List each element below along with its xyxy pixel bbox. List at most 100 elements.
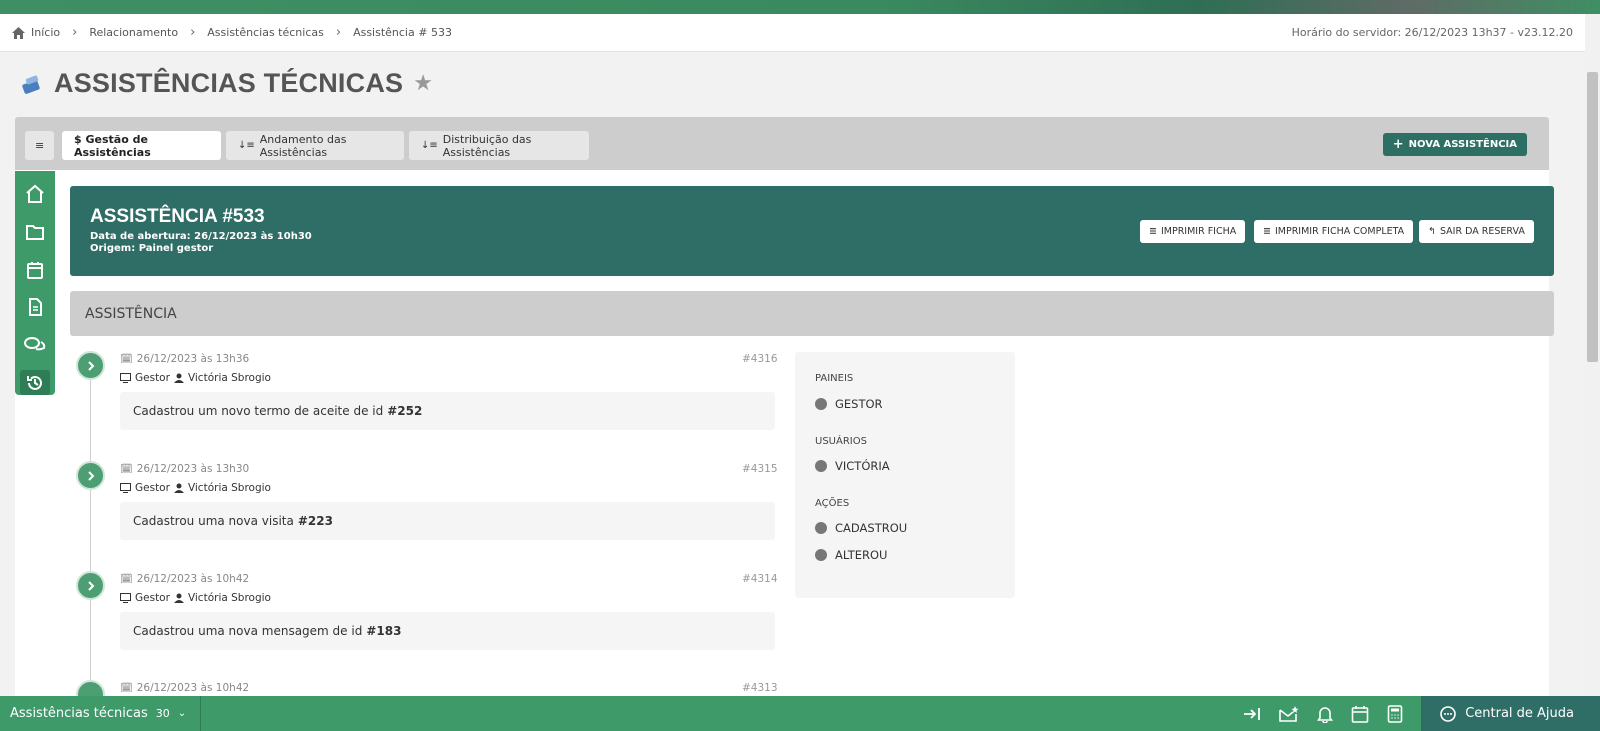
side-rail (15, 171, 55, 396)
filter-label: GESTOR (835, 397, 883, 411)
bell-icon[interactable] (1317, 705, 1334, 723)
calendar-check-icon: 🗓 (120, 573, 133, 585)
timeline-date: 🗓 26/12/2023 às 13h36 (120, 353, 249, 365)
tab-label: Andamento das Assistências (259, 132, 347, 159)
radio-dot (815, 460, 827, 472)
leave-reservation-button[interactable]: ↰ SAIR DA RESERVA (1419, 220, 1534, 243)
assistance-title: ASSISTÊNCIA #533 (90, 206, 265, 227)
filter-label: ALTEROU (835, 548, 888, 562)
calculator-icon[interactable] (1387, 704, 1403, 723)
server-time: Horário do servidor: 26/12/2023 13h37 - … (1291, 26, 1573, 39)
history-icon (27, 375, 42, 390)
calendar-check-icon: 🗓 (120, 463, 133, 475)
message-text: Cadastrou uma nova mensagem de id (133, 624, 363, 638)
filter-panel-gestor[interactable]: GESTOR (815, 397, 883, 411)
timeline-id: #4314 (742, 573, 778, 585)
page-title-row: ASSISTÊNCIAS TÉCNICAS ★ (20, 68, 433, 99)
panel-name: Gestor (135, 482, 170, 494)
date-text: 26/12/2023 às 13h30 (136, 463, 250, 475)
sort-icon: ↓≡ (238, 140, 255, 151)
menu-button[interactable]: ≡ (25, 131, 55, 160)
breadcrumb-item[interactable]: Relacionamento (89, 26, 178, 39)
panel-name: Gestor (135, 372, 170, 384)
breadcrumb-item-current: Assistência # 533 (353, 26, 452, 39)
timeline-author: Gestor Victória Sbrogio (120, 592, 271, 604)
filter-action-cadastrou[interactable]: CADASTROU (815, 521, 907, 535)
tab-label: $ Gestão de Assistências (74, 132, 151, 159)
sidebar-item-folder[interactable] (20, 220, 50, 245)
date-text: 26/12/2023 às 13h36 (136, 353, 250, 365)
timeline-author: Gestor Victória Sbrogio (120, 372, 271, 384)
bottom-tools (1243, 704, 1421, 723)
user-icon (173, 373, 184, 383)
message-text: Cadastrou uma nova visita (133, 514, 294, 528)
message-text: Cadastrou um novo termo de aceite de id (133, 404, 384, 418)
calendar-icon[interactable] (1351, 705, 1369, 723)
scrollbar[interactable] (1585, 14, 1600, 696)
chevron-right-icon (87, 360, 94, 371)
message-ref[interactable]: #252 (387, 404, 422, 418)
tab-distribuicao[interactable]: ↓≡ Distribuição das Assistências (409, 131, 589, 160)
radio-dot (815, 549, 827, 561)
module-name: Assistências técnicas (10, 706, 148, 721)
print-full-button[interactable]: ≣ IMPRIMIR FICHA COMPLETA (1254, 220, 1414, 243)
sidebar-item-messages[interactable] (20, 333, 50, 358)
home-icon (12, 26, 25, 39)
star-icon[interactable]: ★ (413, 71, 433, 96)
timeline-message: Cadastrou uma nova visita #223 (120, 502, 775, 540)
timeline-date: 🗓 26/12/2023 às 10h42 (120, 682, 249, 694)
help-center-button[interactable]: Central de Ajuda (1421, 696, 1600, 731)
module-selector[interactable]: Assistências técnicas 30 ⌄ (0, 696, 202, 731)
collapse-right-icon[interactable] (1243, 706, 1261, 722)
section-title: ASSISTÊNCIA (85, 305, 177, 322)
document-icon (29, 298, 42, 317)
list-icon: ≣ (1263, 226, 1271, 237)
calendar-check-icon: 🗓 (120, 353, 133, 365)
tab-label: Distribuição das Assistências (442, 132, 532, 159)
message-ref[interactable]: #223 (298, 514, 333, 528)
page-title: ASSISTÊNCIAS TÉCNICAS (54, 68, 404, 98)
expand-button[interactable] (76, 461, 105, 490)
module-count: 30 (155, 707, 170, 720)
chevron-right-icon: › (72, 25, 78, 40)
chat-icon (24, 337, 46, 351)
breadcrumb-home[interactable]: Início (12, 26, 60, 39)
expand-button[interactable] (76, 571, 105, 600)
section-header: ASSISTÊNCIA (70, 291, 1554, 336)
tab-gestao[interactable]: $ Gestão de Assistências (62, 131, 221, 160)
tabs-bar: ≡ $ Gestão de Assistências ↓≡ Andamento … (15, 117, 1549, 170)
filter-user-victoria[interactable]: VICTÓRIA (815, 459, 890, 473)
chevron-right-icon (87, 580, 94, 591)
user-icon (173, 483, 184, 493)
sidebar-item-home[interactable] (20, 182, 50, 207)
breadcrumb-item[interactable]: Assistências técnicas (207, 26, 324, 39)
filter-action-alterou[interactable]: ALTEROU (815, 548, 887, 562)
monitor-icon (120, 483, 131, 493)
message-ref[interactable]: #183 (366, 624, 401, 638)
reply-icon: ↰ (1428, 226, 1436, 237)
timeline-id: #4313 (742, 682, 778, 694)
tools-icon (22, 75, 40, 94)
mail-star-icon[interactable] (1279, 705, 1299, 723)
menu-icon: ≡ (35, 139, 45, 152)
new-assistance-button[interactable]: + NOVA ASSISTÊNCIA (1382, 133, 1527, 156)
plus-icon: + (1392, 137, 1404, 152)
user-name: Victória Sbrogio (187, 372, 271, 384)
timeline-message: Cadastrou um novo termo de aceite de id … (120, 392, 775, 430)
sidebar-item-document[interactable] (20, 295, 50, 320)
tab-andamento[interactable]: ↓≡ Andamento das Assistências (226, 131, 404, 160)
timeline-author: Gestor Victória Sbrogio (120, 482, 271, 494)
scrollbar-thumb[interactable] (1587, 72, 1598, 362)
sidebar-item-calendar[interactable] (20, 257, 50, 282)
user-icon (173, 593, 184, 603)
help-label: Central de Ajuda (1465, 706, 1574, 721)
button-label: NOVA ASSISTÊNCIA (1408, 139, 1517, 150)
timeline-id: #4316 (742, 353, 778, 365)
expand-button[interactable] (76, 351, 105, 380)
timeline-date: 🗓 26/12/2023 às 10h42 (120, 573, 249, 585)
chevron-down-icon: ⌄ (177, 708, 187, 719)
sidebar-item-history[interactable] (20, 370, 50, 396)
timeline-line (90, 370, 91, 700)
timeline-date: 🗓 26/12/2023 às 13h30 (120, 463, 249, 475)
print-button[interactable]: ≣ IMPRIMIR FICHA (1140, 220, 1246, 243)
